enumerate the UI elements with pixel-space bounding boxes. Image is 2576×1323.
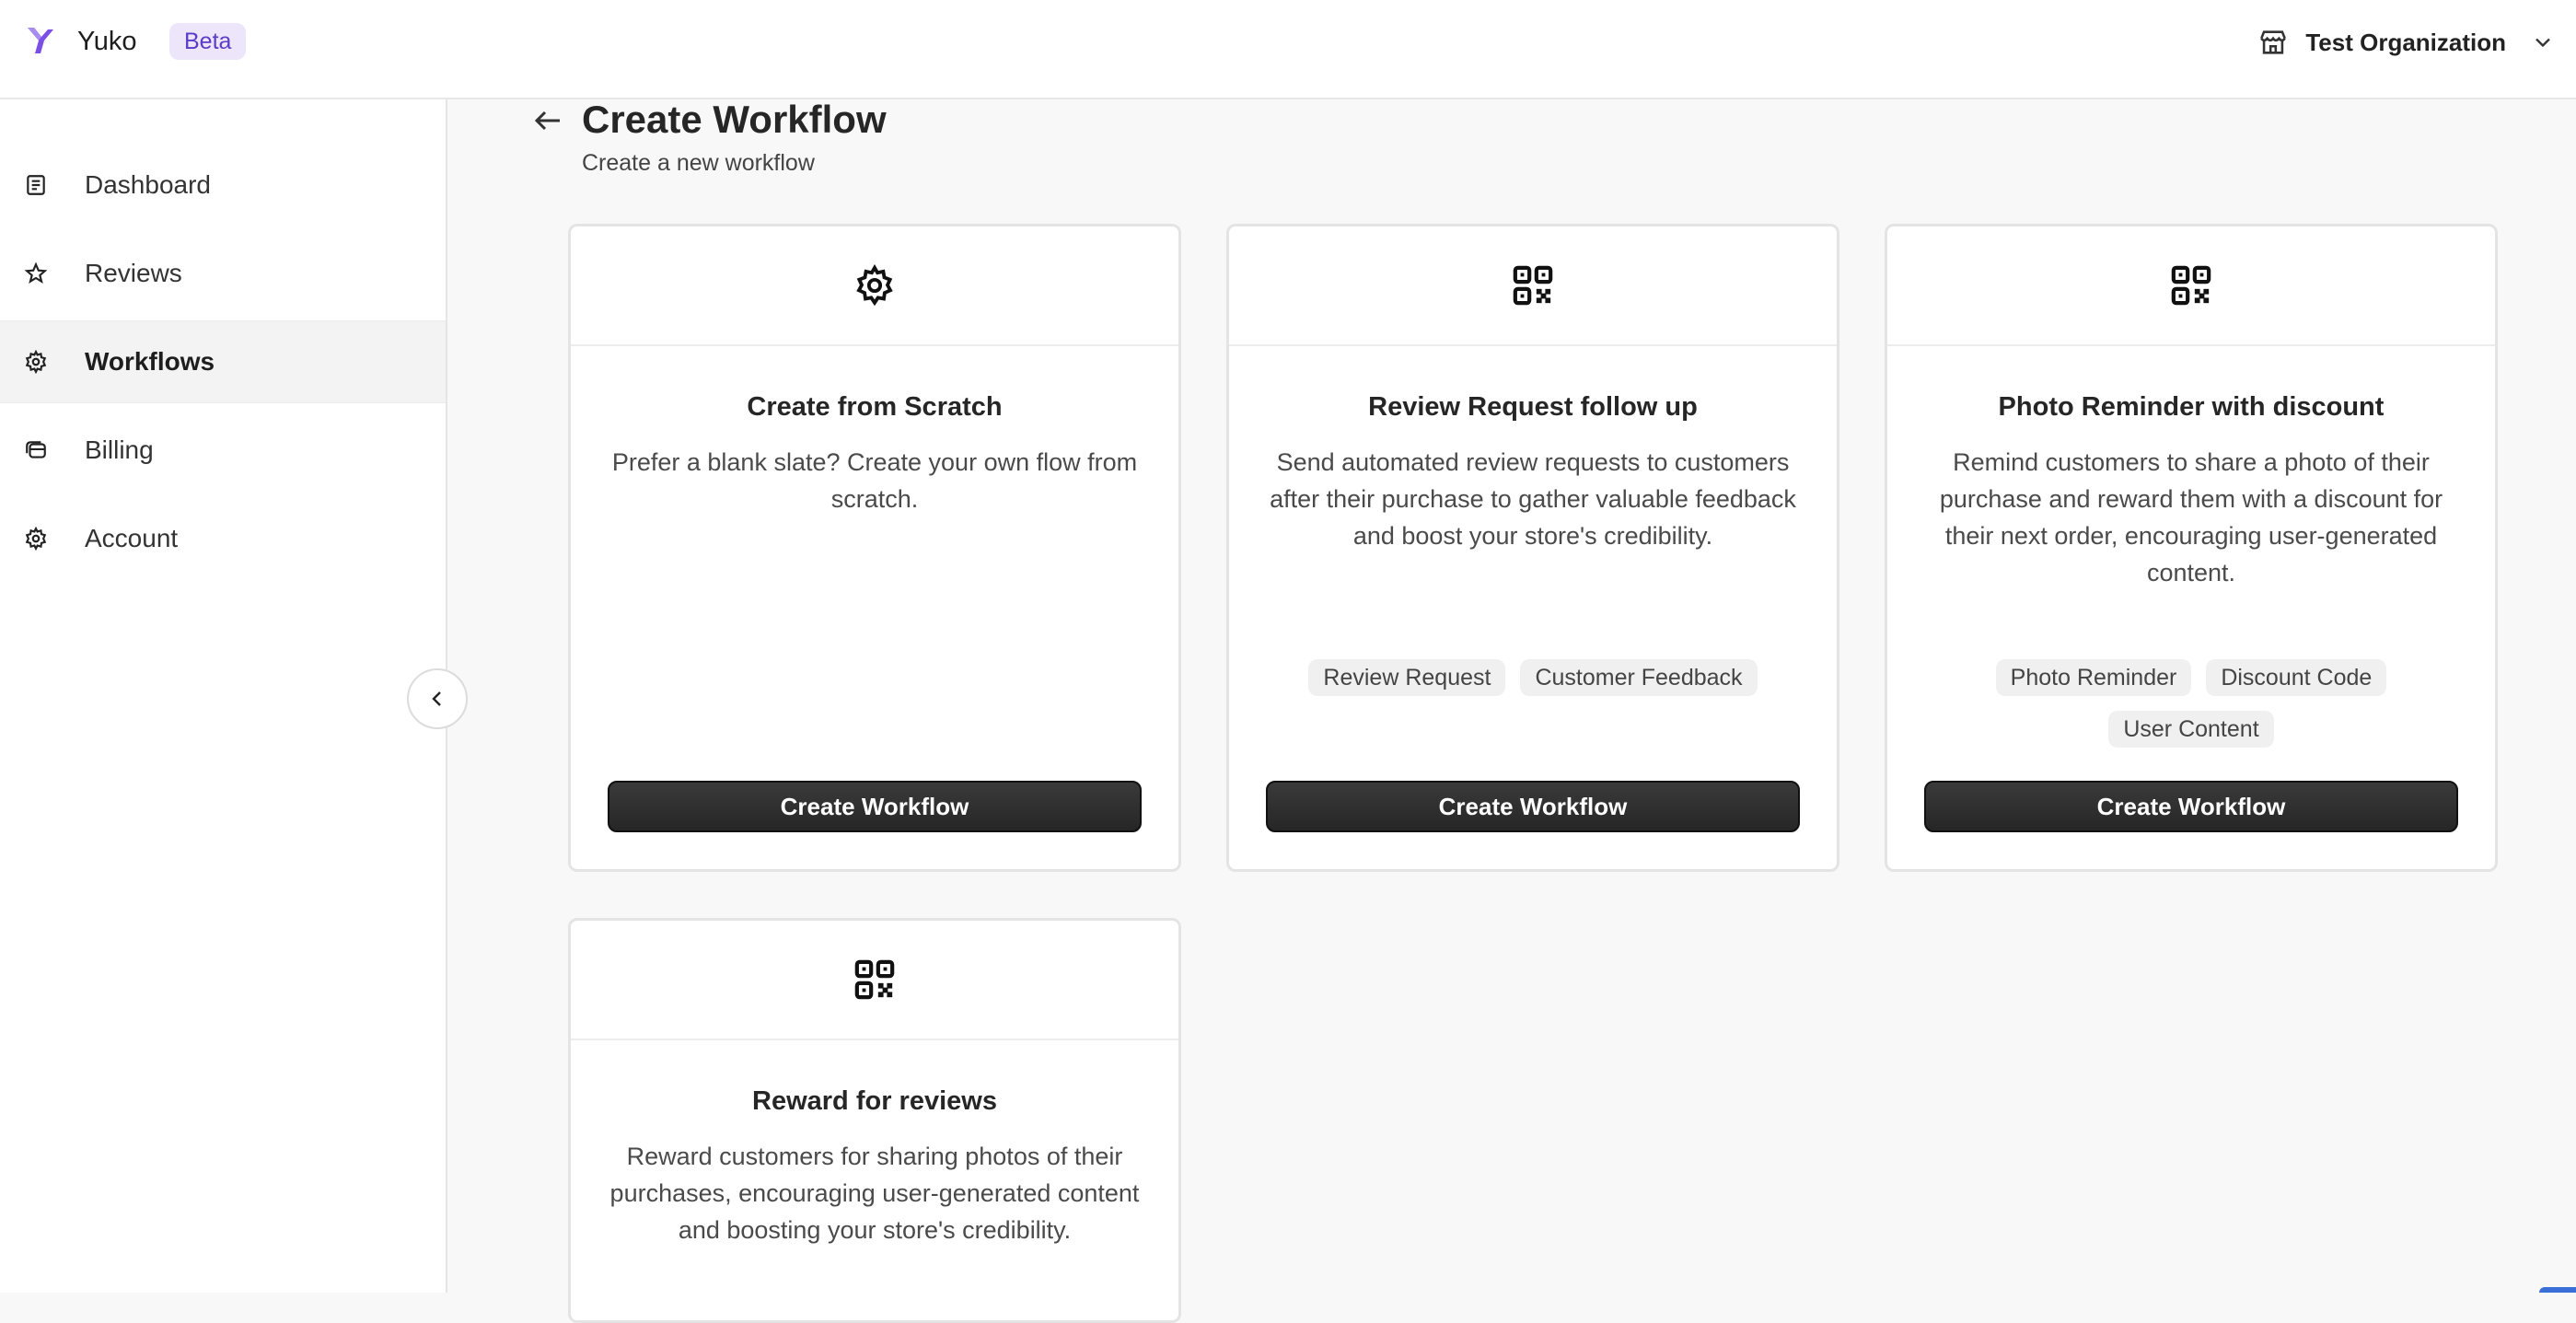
card-title: Review Request follow up	[1368, 392, 1698, 422]
organization-name: Test Organization	[2305, 28, 2506, 56]
qr-code-icon	[2171, 265, 2211, 306]
beta-badge: Beta	[169, 23, 247, 60]
gear-icon	[25, 527, 47, 551]
page-title: Create Workflow	[582, 98, 887, 141]
workflow-card-reward-reviews: Reward for reviews Reward customers for …	[568, 918, 1181, 1323]
card-header	[571, 226, 1178, 346]
sidebar-item-label: Dashboard	[85, 170, 211, 199]
qr-code-icon	[854, 959, 895, 1000]
card-description: Remind customers to share a photo of the…	[1939, 448, 2443, 586]
sidebar: Dashboard Reviews Workflows Billing Acco…	[0, 99, 447, 1293]
sidebar-item-billing[interactable]: Billing	[0, 409, 446, 492]
tag: Discount Code	[2206, 659, 2387, 696]
sidebar-item-reviews[interactable]: Reviews	[0, 232, 446, 315]
card-header	[571, 921, 1178, 1040]
brand-name[interactable]: Yuko	[77, 24, 137, 59]
star-icon	[24, 261, 48, 284]
corner-widget[interactable]	[2539, 1287, 2576, 1293]
billing-icon	[26, 441, 46, 458]
page-subtitle: Create a new workflow	[582, 150, 815, 176]
create-workflow-button[interactable]: Create Workflow	[608, 781, 1142, 832]
card-header	[1887, 226, 2495, 346]
tag-list: Review Request Customer Feedback	[1266, 659, 1800, 696]
gear-icon	[856, 264, 893, 307]
gear-icon	[25, 350, 47, 374]
sidebar-item-label: Account	[85, 524, 179, 552]
back-arrow-icon[interactable]	[532, 105, 565, 136]
store-icon	[2260, 30, 2287, 54]
card-title: Create from Scratch	[747, 392, 1003, 422]
card-title: Photo Reminder with discount	[1998, 392, 2385, 422]
chevron-left-icon	[432, 691, 441, 706]
sidebar-item-account[interactable]: Account	[0, 497, 446, 580]
sidebar-collapse-button[interactable]	[407, 668, 468, 729]
sidebar-item-dashboard[interactable]: Dashboard	[0, 144, 446, 226]
tag-list: Photo Reminder Discount Code User Conten…	[1924, 659, 2458, 748]
qr-code-icon	[1513, 265, 1553, 306]
card-description: Prefer a blank slate? Create your own fl…	[611, 448, 1138, 513]
card-title: Reward for reviews	[752, 1086, 997, 1116]
card-description: Send automated review requests to custom…	[1270, 448, 1796, 550]
tag: Photo Reminder	[1995, 659, 2192, 696]
tag: Review Request	[1308, 659, 1506, 696]
sidebar-item-label: Reviews	[85, 259, 182, 287]
dashboard-icon	[27, 175, 45, 195]
chevron-down-icon	[2535, 38, 2550, 48]
yuko-logo-icon[interactable]	[24, 24, 57, 57]
tag: User Content	[2108, 711, 2274, 748]
workflow-card-scratch: Create from Scratch Prefer a blank slate…	[568, 224, 1181, 872]
sidebar-item-workflows[interactable]: Workflows	[0, 320, 446, 403]
card-header	[1229, 226, 1837, 346]
top-bar: Yuko Beta Test Organization	[0, 0, 2576, 99]
create-workflow-button[interactable]: Create Workflow	[1266, 781, 1800, 832]
card-description: Reward customers for sharing photos of t…	[609, 1143, 1140, 1244]
sidebar-item-label: Workflows	[85, 347, 215, 376]
workflow-card-photo-reminder: Photo Reminder with discount Remind cust…	[1885, 224, 2498, 872]
tag: Customer Feedback	[1520, 659, 1758, 696]
sidebar-item-label: Billing	[85, 435, 154, 464]
organization-switcher[interactable]: Test Organization	[2257, 20, 2556, 64]
create-workflow-button[interactable]: Create Workflow	[1924, 781, 2458, 832]
workflow-card-review-request: Review Request follow up Send automated …	[1226, 224, 1839, 872]
